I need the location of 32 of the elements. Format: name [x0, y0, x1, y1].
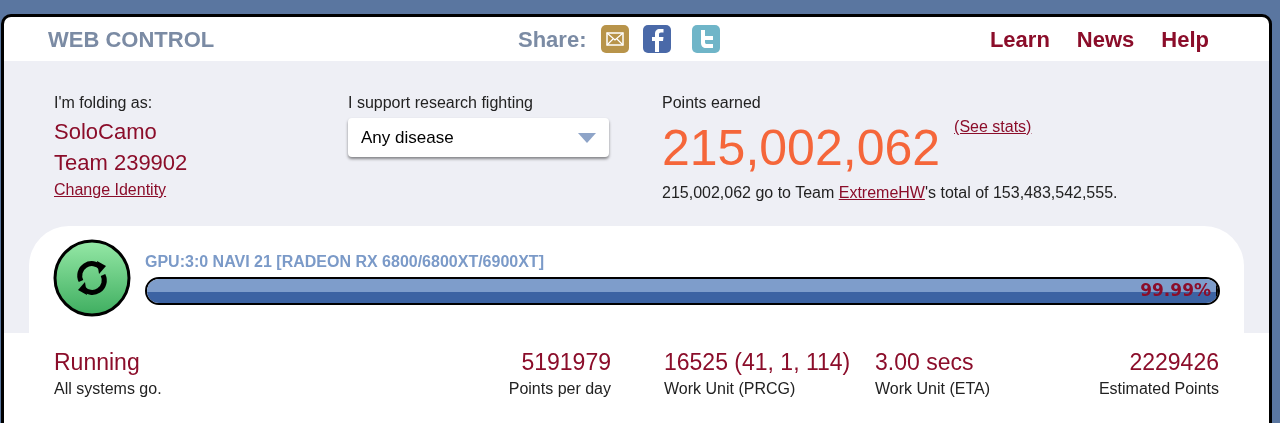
- stat-value: 3.00 secs: [875, 348, 974, 377]
- points-label: Points earned: [662, 93, 762, 113]
- status-title: Running: [54, 348, 140, 377]
- stat-value: 2229426: [1129, 348, 1219, 377]
- slot-name: GPU:3:0 NAVI 21 [RADEON RX 6800/6800XT/6900XT]: [145, 252, 545, 272]
- stat-label: Work Unit (PRCG): [664, 379, 796, 399]
- change-identity-link[interactable]: Change Identity: [54, 178, 167, 202]
- stat-value: 5191979: [521, 348, 611, 377]
- identity-label: I'm folding as:: [54, 93, 154, 113]
- progress-percent: 99.99%: [1140, 279, 1211, 302]
- user-name: SoloCamo: [54, 118, 157, 146]
- site-title: WEB CONTROL: [48, 25, 216, 54]
- email-share-icon[interactable]: [600, 24, 631, 54]
- stat-value: 16525 (41, 1, 114): [664, 348, 851, 377]
- cause-label: I support research fighting: [348, 93, 534, 113]
- stat-label: Work Unit (ETA): [875, 379, 990, 399]
- nav-link[interactable]: Learn: [989, 22, 1050, 56]
- nav-link[interactable]: News: [1076, 22, 1135, 56]
- facebook-share-icon[interactable]: [642, 24, 673, 54]
- team-link[interactable]: ExtremeHW: [838, 184, 925, 201]
- stat-label: Points per day: [508, 379, 611, 399]
- nav-link[interactable]: Help: [1161, 22, 1209, 56]
- cause-dropdown[interactable]: Any disease: [348, 118, 609, 157]
- team-total-text: 215,002,062 go to Team ExtremeHW's total of 153,483,542,555.: [662, 183, 1118, 203]
- team-name: Team 239902: [54, 149, 188, 177]
- caret-icon: [578, 132, 596, 143]
- refresh-icon[interactable]: [53, 238, 131, 317]
- share-label: Share:: [518, 25, 587, 54]
- points-value: 215,002,062: [662, 119, 941, 178]
- see-stats-link[interactable]: (See stats): [954, 115, 1032, 139]
- stat-label: Estimated Points: [1098, 379, 1219, 399]
- status-subtitle: All systems go.: [54, 379, 163, 399]
